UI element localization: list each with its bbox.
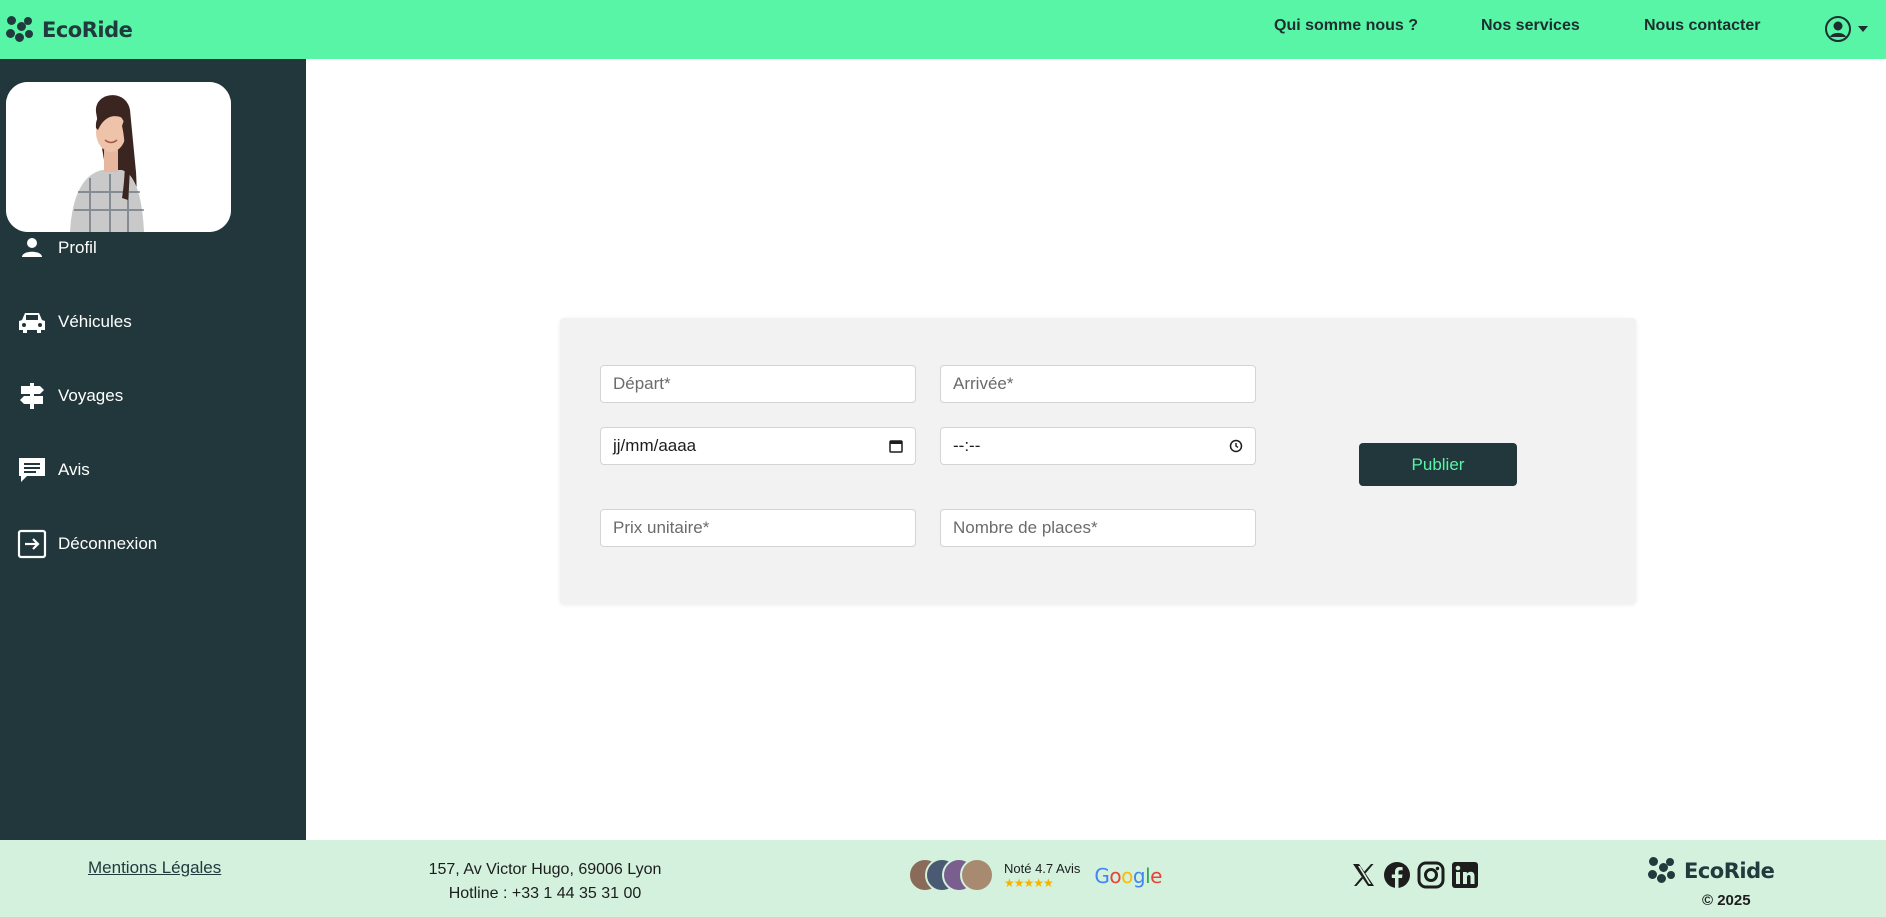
car-icon xyxy=(16,306,48,338)
date-input[interactable]: jj/mm/aaaa xyxy=(600,427,916,465)
profile-avatar xyxy=(6,82,231,232)
sidebar-item-label: Déconnexion xyxy=(58,534,158,553)
calendar-icon xyxy=(889,440,903,453)
clock-icon xyxy=(1229,439,1243,453)
nombre-places-input[interactable] xyxy=(940,509,1256,547)
publish-trip-form: jj/mm/aaaa --:-- Publier xyxy=(560,318,1636,604)
prix-unitaire-input[interactable] xyxy=(600,509,916,547)
google-rating[interactable]: Noté 4.7 Avis ★★★★★ Google xyxy=(908,858,1162,894)
social-links xyxy=(1348,860,1480,890)
sidebar-item-deconnexion[interactable]: Déconnexion xyxy=(16,526,157,562)
sidebar-item-label: Véhicules xyxy=(58,312,132,331)
legal-link[interactable]: Mentions Légales xyxy=(88,858,221,878)
brand-logo[interactable]: EcoRide xyxy=(4,14,133,46)
nav-qui-sommes-nous[interactable]: Qui somme nous ? xyxy=(1274,17,1418,35)
ecoride-logo-icon xyxy=(6,16,33,42)
linkedin-icon[interactable] xyxy=(1450,860,1480,890)
signpost-icon xyxy=(16,380,48,412)
instagram-icon[interactable] xyxy=(1416,860,1446,890)
time-value: --:-- xyxy=(953,436,981,455)
profile-photo xyxy=(6,82,231,232)
depart-input[interactable] xyxy=(600,365,916,403)
logout-icon xyxy=(16,528,48,560)
nav-nous-contacter[interactable]: Nous contacter xyxy=(1644,17,1760,35)
time-input[interactable]: --:-- xyxy=(940,427,1256,465)
address-line: 157, Av Victor Hugo, 69006 Lyon xyxy=(428,861,662,878)
facebook-icon[interactable] xyxy=(1382,860,1412,890)
user-menu-dropdown[interactable] xyxy=(1824,15,1868,43)
date-value: jj/mm/aaaa xyxy=(613,436,697,455)
user-circle-icon xyxy=(1825,16,1851,42)
brand-name: EcoRide xyxy=(1684,859,1775,883)
sidebar-item-vehicules[interactable]: Véhicules xyxy=(16,304,132,340)
footer: Mentions Légales 157, Av Victor Hugo, 69… xyxy=(0,840,1886,917)
top-header: EcoRide Qui somme nous ? Nos services No… xyxy=(0,0,1886,59)
brand-name: EcoRide xyxy=(42,18,133,42)
x-twitter-icon[interactable] xyxy=(1348,860,1378,890)
nav-nos-services[interactable]: Nos services xyxy=(1481,17,1580,35)
sidebar-item-label: Avis xyxy=(58,460,90,479)
google-logo: Google xyxy=(1094,864,1162,888)
rating-summary: Noté 4.7 Avis ★★★★★ xyxy=(1004,861,1081,891)
hotline-line: Hotline : +33 1 44 35 31 00 xyxy=(448,885,642,902)
star-rating: ★★★★★ xyxy=(1004,876,1054,890)
ecoride-logo-icon xyxy=(1648,857,1675,883)
chat-icon xyxy=(16,454,48,486)
caret-down-icon xyxy=(1858,26,1868,32)
arrivee-input[interactable] xyxy=(940,365,1256,403)
reviewer-avatar xyxy=(960,858,994,892)
sidebar-item-label: Voyages xyxy=(58,386,124,405)
sidebar-item-avis[interactable]: Avis xyxy=(16,452,90,488)
sidebar-item-label: Profil xyxy=(58,238,97,257)
sidebar-item-voyages[interactable]: Voyages xyxy=(16,378,123,414)
rating-text: Noté 4.7 Avis xyxy=(1004,861,1081,876)
copyright: © 2025 xyxy=(1702,892,1751,909)
person-icon xyxy=(16,232,48,264)
reviewer-avatars xyxy=(908,858,996,894)
sidebar-item-profil[interactable]: Profil xyxy=(16,230,97,266)
sidebar: Profil Véhicules Voyages Avis Déconnexio… xyxy=(0,59,306,840)
footer-address: 157, Av Victor Hugo, 69006 Lyon Hotline … xyxy=(378,858,712,906)
footer-brand: EcoRide xyxy=(1646,855,1775,887)
publish-button[interactable]: Publier xyxy=(1359,443,1517,486)
